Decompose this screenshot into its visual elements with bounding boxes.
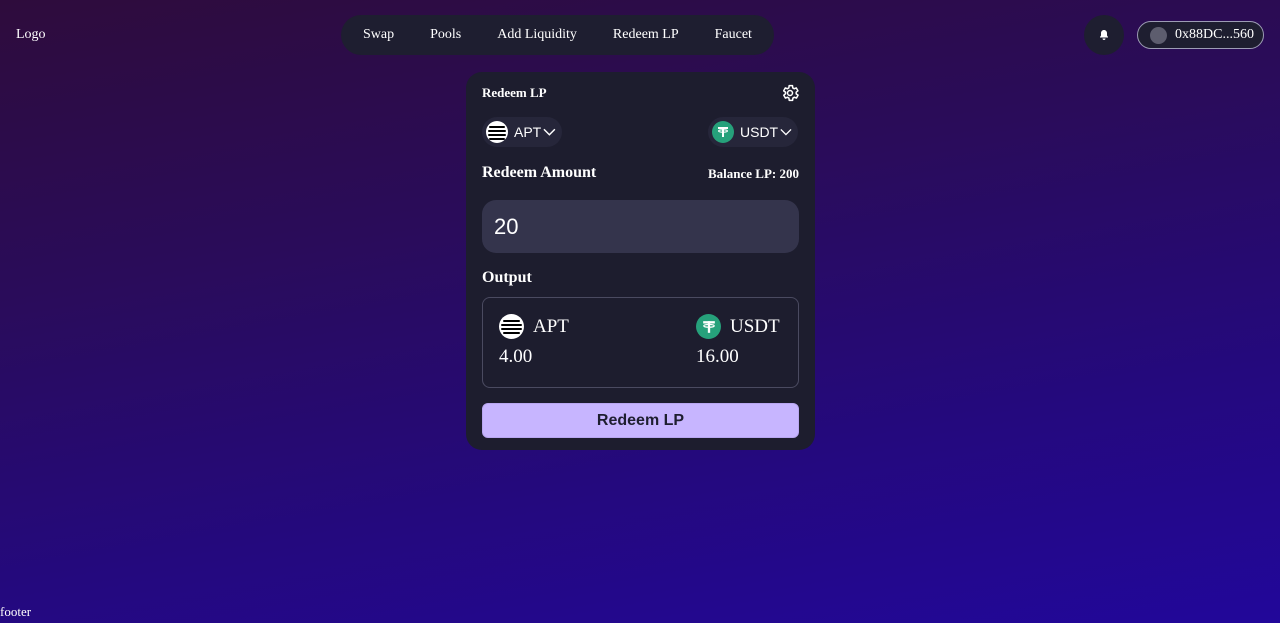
nav-swap[interactable]: Swap <box>357 23 400 47</box>
redeem-lp-button[interactable]: Redeem LP <box>482 403 799 438</box>
output-item-usdt: USDT 16.00 <box>696 314 780 368</box>
chevron-down-icon <box>543 128 556 136</box>
wallet-address: 0x88DC...560 <box>1175 27 1254 42</box>
output-symbol: APT <box>533 315 569 337</box>
nav-add-liquidity[interactable]: Add Liquidity <box>491 23 583 47</box>
footer: footer <box>0 604 32 619</box>
gear-icon[interactable] <box>780 83 800 103</box>
wallet-avatar <box>1150 26 1167 44</box>
output-amount: 16.00 <box>696 346 739 367</box>
bell-icon <box>1100 30 1108 40</box>
nav-pools[interactable]: Pools <box>424 23 467 47</box>
output-label: Output <box>482 269 532 286</box>
notifications-button[interactable] <box>1084 15 1124 55</box>
card-title: Redeem LP <box>482 85 547 100</box>
apt-token-icon <box>499 314 524 339</box>
apt-token-icon <box>486 121 508 143</box>
logo[interactable]: Logo <box>16 27 46 43</box>
main-nav: Swap Pools Add Liquidity Redeem LP Fauce… <box>341 15 774 55</box>
output-amount: 4.00 <box>499 346 533 367</box>
output-item-apt: APT 4.00 <box>499 314 569 368</box>
output-panel: APT 4.00 USDT 16.00 <box>482 297 799 388</box>
usdt-token-icon <box>696 314 721 339</box>
token-a-symbol: APT <box>514 124 542 140</box>
redeem-amount-label: Redeem Amount <box>482 164 597 181</box>
token-b-symbol: USDT <box>740 124 779 140</box>
redeem-amount-input[interactable] <box>482 200 799 253</box>
redeem-lp-card: Redeem LP APT USDT Redeem Amount Balance… <box>466 72 815 450</box>
lp-balance: Balance LP: 200 <box>708 166 799 181</box>
nav-redeem-lp[interactable]: Redeem LP <box>607 23 685 47</box>
usdt-token-icon <box>712 121 734 143</box>
output-symbol: USDT <box>730 315 780 337</box>
chevron-down-icon <box>780 128 792 136</box>
wallet-button[interactable]: 0x88DC...560 <box>1137 21 1264 49</box>
token-b-select[interactable]: USDT <box>708 117 798 147</box>
nav-faucet[interactable]: Faucet <box>709 23 758 47</box>
token-a-select[interactable]: APT <box>482 117 562 147</box>
